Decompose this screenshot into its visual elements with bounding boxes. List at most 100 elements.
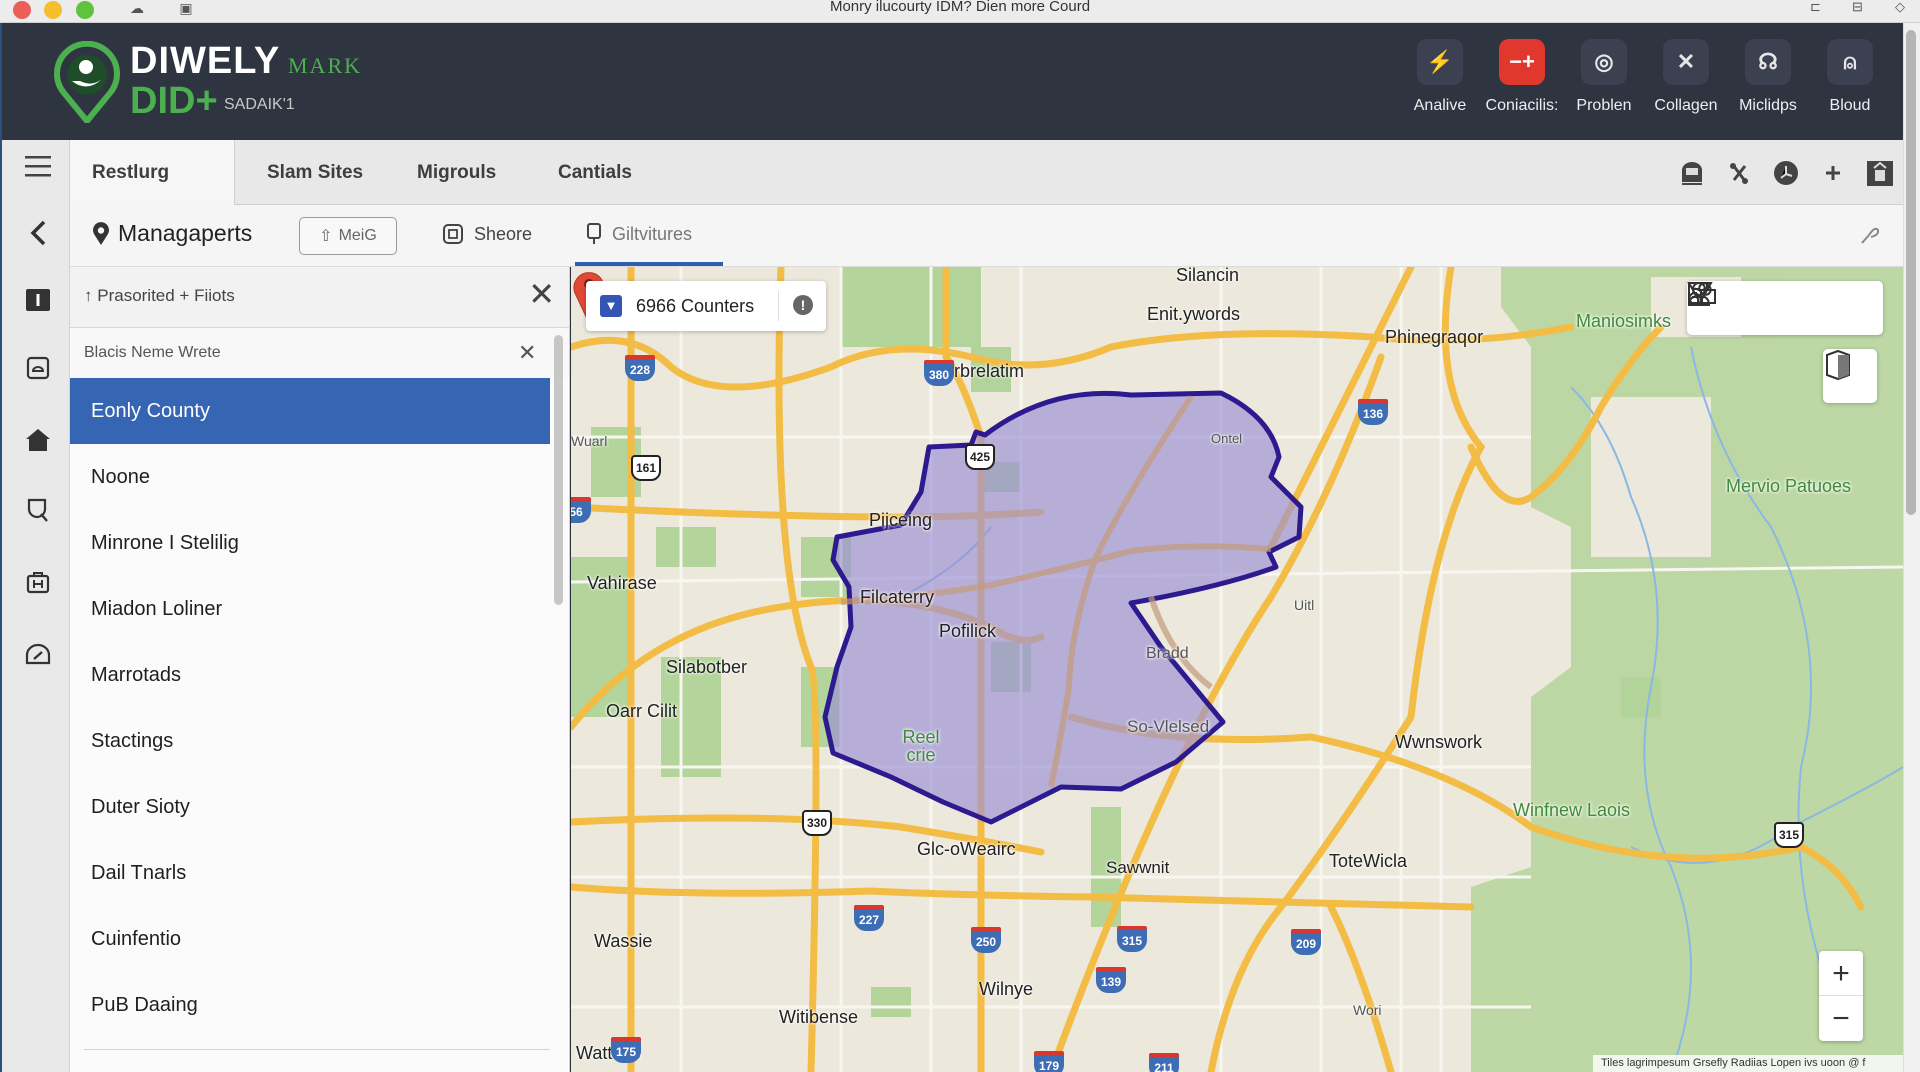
place-label: Silabotber <box>666 657 748 677</box>
add-icon[interactable] <box>1809 164 1856 182</box>
count-badge-card: ▼ 6966 Counters ! <box>586 281 826 331</box>
brand-subname: DID+ <box>130 80 218 122</box>
brand-name: DIWELY <box>130 40 281 82</box>
tab-restlurg-inics[interactable]: Restlurg Inics <box>70 140 235 248</box>
place-label: Uitl <box>1294 597 1315 613</box>
filter-icon[interactable] <box>1687 282 1779 325</box>
tools-icon[interactable] <box>1715 162 1762 184</box>
breadcrumb-text[interactable]: Prasorited + Fiiots <box>97 286 234 305</box>
info-icon[interactable] <box>24 286 52 314</box>
list-scrollbar[interactable] <box>554 335 563 605</box>
window-scrollbar-thumb[interactable] <box>1906 30 1916 515</box>
list-panel-header: ↑ Prasorited + Fiiots ✕ <box>70 267 569 328</box>
list-item[interactable]: Marrotads <box>70 642 550 708</box>
close-icon: ✕ <box>1663 39 1709 85</box>
arrow-up-icon: ↑ <box>84 286 98 305</box>
link-icon[interactable] <box>1688 282 1871 325</box>
map-attribution[interactable]: Tiles lagrimpesum Grsefly Radiias Lopen … <box>1593 1055 1903 1072</box>
section-title-text: Managaperts <box>118 220 253 246</box>
list-item[interactable]: Cuinfentio <box>70 906 550 972</box>
list-item[interactable]: Duter Sioty <box>70 774 550 840</box>
list-item[interactable]: Dail Tnarls <box>70 840 550 906</box>
highway-shield: 380 <box>924 360 954 386</box>
highway-shield: 209 <box>1291 929 1321 955</box>
header-action-label: Coniacilis: <box>1485 97 1559 114</box>
briefcase-icon[interactable] <box>24 568 52 596</box>
list-item[interactable]: Stactings <box>70 708 550 774</box>
place-label: Wassie <box>594 931 653 951</box>
list-search-input[interactable] <box>70 328 550 378</box>
window-titlebar: ☁ ▣ Monry ilucourty IDM? Dien more Courd… <box>0 0 1920 23</box>
back-icon[interactable] <box>24 219 52 247</box>
count-card-divider <box>778 291 779 321</box>
list-footer-divider <box>84 1049 550 1050</box>
camera-frame-icon[interactable] <box>24 354 52 382</box>
app-header: DIWELY MARK DID+ SADAIK'1 ⚡ Analive −+ C… <box>0 23 1903 140</box>
list-item[interactable]: Miadon Loliner <box>70 576 550 642</box>
edit-icon[interactable] <box>1859 223 1881 251</box>
arrow-up-icon: ⇧ <box>319 228 333 245</box>
place-label: Silancin <box>1176 267 1240 285</box>
merge-button[interactable]: ⇧ MeiG <box>299 217 397 255</box>
place-label: ToteWicla <box>1329 851 1408 871</box>
tab-slam-sites[interactable]: Slam Sites <box>245 140 385 205</box>
map-toolbar <box>1687 281 1883 335</box>
header-action-analive[interactable]: ⚡ Analive <box>1399 39 1481 115</box>
globe-icon[interactable] <box>1762 160 1809 186</box>
layers-icon[interactable] <box>1823 349 1877 403</box>
header-action-problen[interactable]: ◎ Problen <box>1563 39 1645 115</box>
zoom-control: + − <box>1819 951 1863 1041</box>
brand-suffix: MARK <box>288 53 363 78</box>
alert-info-icon[interactable]: ! <box>793 295 813 315</box>
brand-logo-icon <box>54 41 120 123</box>
window-title: Monry ilucourty IDM? Dien more Courd <box>829 0 1091 15</box>
highway-shield: 161 <box>631 455 661 481</box>
highway-shield: 179 <box>1034 1051 1064 1072</box>
place-label: Pijceing <box>869 510 933 530</box>
header-action-collagen[interactable]: ✕ Collagen <box>1645 39 1727 115</box>
place-label: Ontel <box>1211 431 1243 446</box>
list-item[interactable]: PuB Daaing <box>70 972 550 1038</box>
gilt-vitures-link[interactable]: Giltvitures <box>586 223 692 245</box>
tab-migrouls[interactable]: Migrouls <box>395 140 518 205</box>
settings-icon[interactable]: ◇ <box>1895 0 1905 14</box>
dashboard-icon[interactable] <box>24 640 52 668</box>
map-canvas[interactable] <box>571 267 1903 1072</box>
highway-shield: 228 <box>625 355 655 381</box>
share-icon <box>443 224 463 244</box>
close-panel-button[interactable]: ✕ <box>528 278 555 310</box>
header-action-miclidps[interactable]: ☊ Miclidps <box>1727 39 1809 115</box>
list-item[interactable]: Minrone I Stelilig <box>70 510 550 576</box>
highway-shield: 136 <box>1358 399 1388 425</box>
printer-icon[interactable] <box>1668 160 1715 186</box>
tab-cantials[interactable]: Cantials <box>536 140 654 205</box>
map-view[interactable]: Silancin Enit.ywords Phinegraqor Maniosi… <box>571 267 1903 1072</box>
zoom-out-button[interactable]: − <box>1819 996 1863 1041</box>
place-label: Witibense <box>779 1007 859 1027</box>
count-badge-text: 6966 Counters <box>636 295 755 316</box>
header-action-bloud[interactable]: ⍝ Bloud <box>1809 39 1891 115</box>
sidebar-toggle-icon[interactable]: ⊟ <box>1852 0 1863 14</box>
clipboard-icon[interactable] <box>1856 159 1903 187</box>
zoom-in-button[interactable]: + <box>1819 951 1863 996</box>
clear-search-icon[interactable]: ✕ <box>518 340 536 366</box>
gilt-vitures-label: Giltvitures <box>612 223 693 244</box>
header-action-label: Problen <box>1576 97 1632 114</box>
list-item[interactable]: Eonly County <box>70 378 550 444</box>
place-label: Enit.ywords <box>1147 304 1241 324</box>
left-rail <box>0 140 70 1072</box>
menu-icon[interactable] <box>24 152 52 180</box>
header-action-label: Bloud <box>1829 97 1871 114</box>
brand-tagline: SADAIK'1 <box>224 96 295 113</box>
list-item[interactable]: Noone <box>70 444 550 510</box>
header-action-contacts[interactable]: −+ Coniacilis: <box>1481 39 1563 115</box>
person-icon[interactable] <box>1687 282 1825 325</box>
search-icon[interactable] <box>24 496 52 524</box>
highway-shield: 330 <box>802 810 832 836</box>
share-link[interactable]: Sheore <box>442 223 532 245</box>
place-label: Glc-oWeairc <box>917 839 1016 859</box>
home-icon[interactable] <box>24 426 52 454</box>
highway-shield: 425 <box>965 444 995 470</box>
highway-shield: 250 <box>971 927 1001 953</box>
fullscreen-icon[interactable]: ⊏ <box>1810 0 1821 14</box>
